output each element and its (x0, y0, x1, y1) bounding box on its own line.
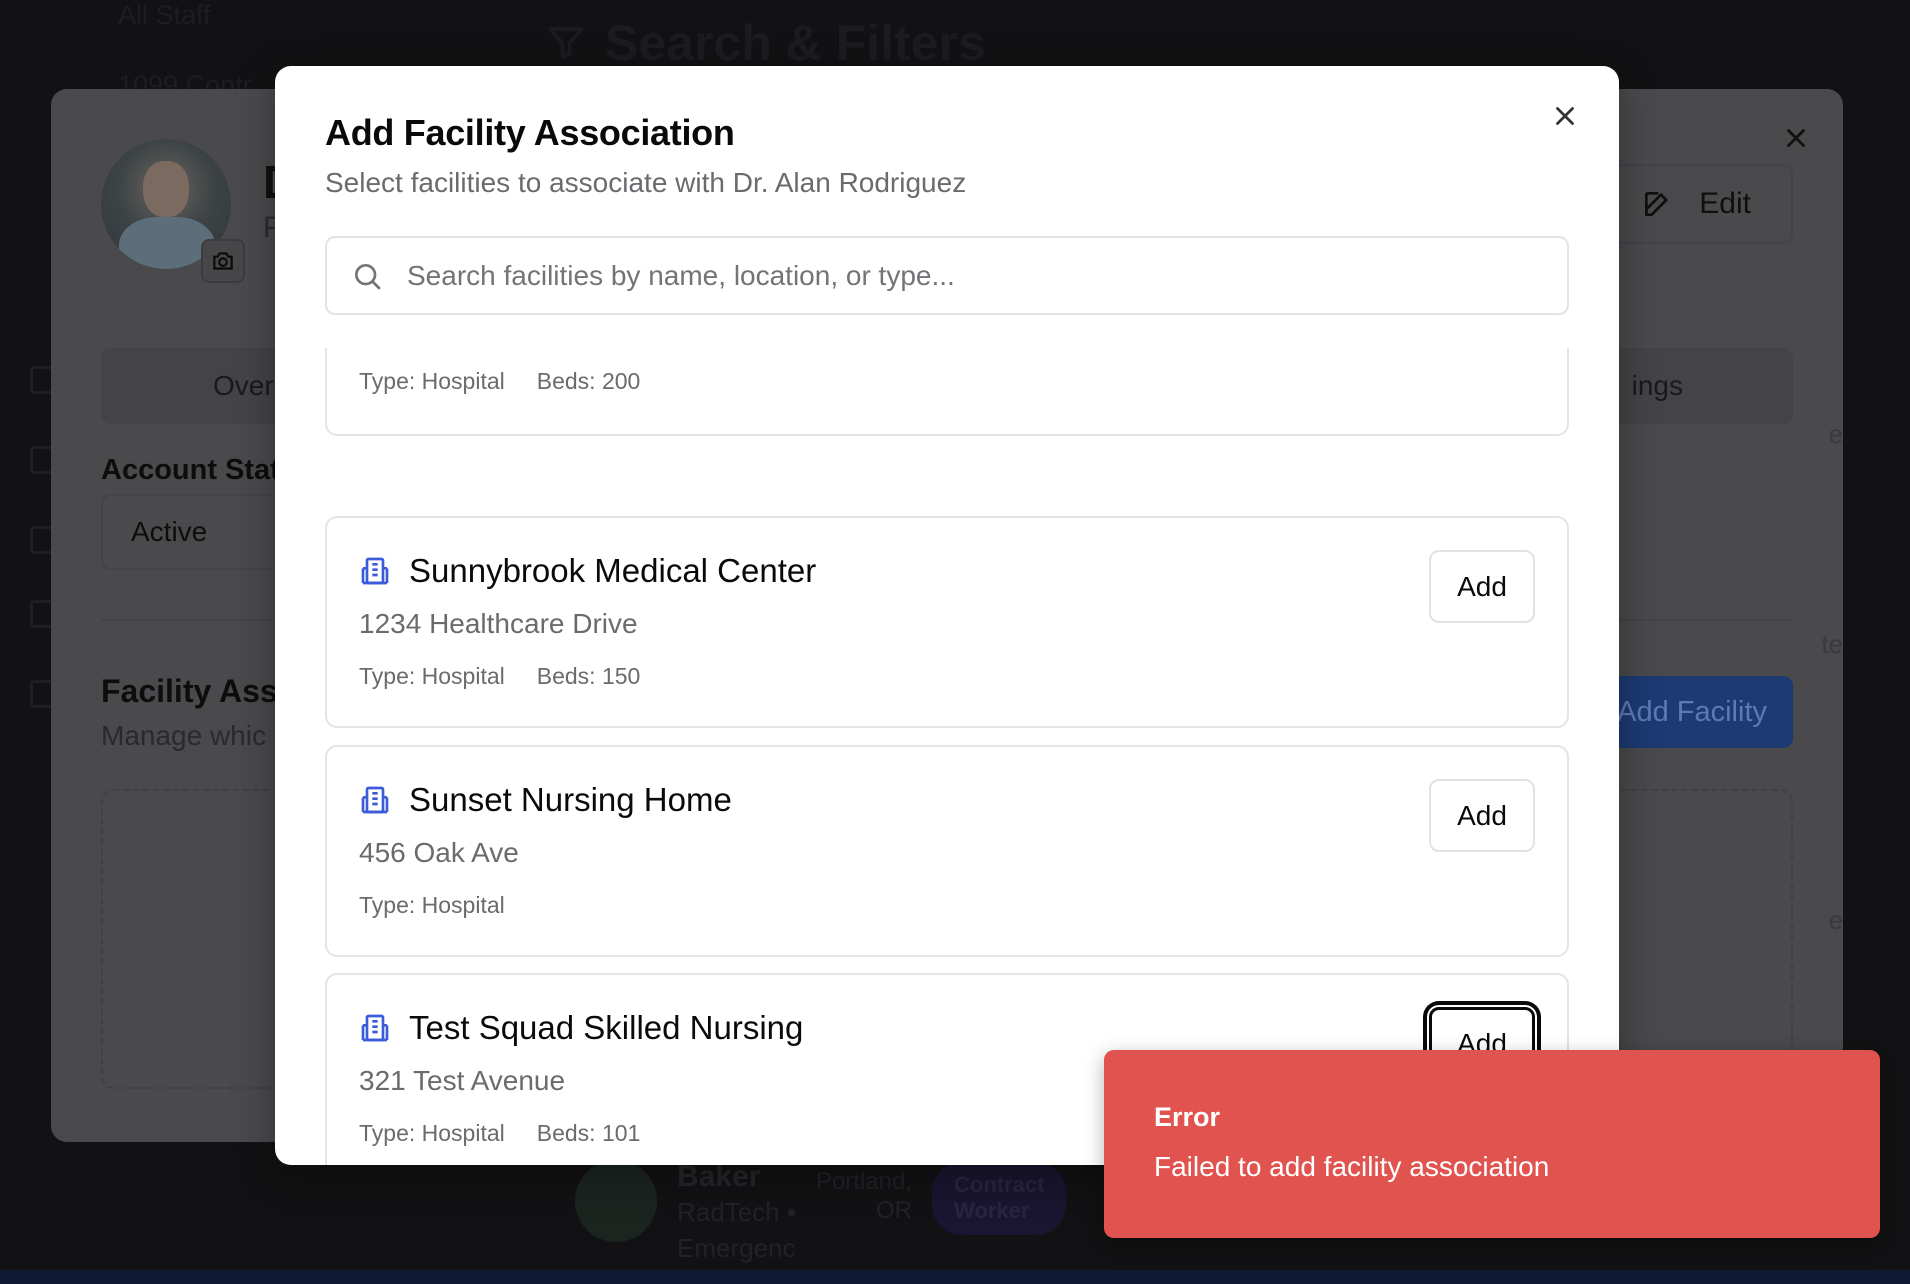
facility-beds: Beds: 150 (536, 663, 641, 689)
change-photo-button[interactable] (201, 239, 245, 283)
facility-card: Sunnybrook Medical Center 1234 Healthcar… (325, 516, 1569, 728)
edge-fragment: e (1828, 905, 1843, 935)
badge-line: Worker (954, 1198, 1030, 1224)
facility-type: Type: Hospital (359, 663, 505, 689)
facility-header: Test Squad Skilled Nursing (359, 1009, 803, 1047)
facility-meta: Type: Hospital Beds: 150 (359, 663, 640, 690)
staff-name: Baker (677, 1160, 761, 1193)
facility-meta: Type: Hospital Beds: 200 (359, 368, 640, 395)
avatar (575, 1160, 657, 1242)
edge-fragment: te (1821, 629, 1843, 659)
modal-description: Select facilities to associate with Dr. … (325, 167, 967, 198)
bottom-bar (0, 1270, 1910, 1284)
facility-card: Type: Hospital Beds: 200 (325, 348, 1569, 436)
camera-icon (213, 252, 233, 270)
close-icon (1787, 129, 1805, 147)
search-filters-heading: Search & Filters (545, 14, 986, 72)
add-facility-modal: Add Facility Association Select faciliti… (275, 66, 1619, 1165)
page-heading: Search & Filters (605, 15, 986, 71)
building-icon (361, 557, 389, 585)
error-toast[interactable]: Error Failed to add facility association (1104, 1050, 1880, 1238)
tab-settings[interactable]: ings (1632, 370, 1683, 402)
tab-overview[interactable]: Over (213, 370, 274, 402)
facility-name: Sunnybrook Medical Center (409, 552, 817, 589)
add-facility-button[interactable]: Add (1429, 779, 1535, 852)
facility-associations-title: Facility Ass (101, 673, 278, 709)
close-modal-button[interactable] (1545, 96, 1585, 136)
facility-meta: Type: Hospital (359, 892, 537, 919)
facility-search (325, 236, 1569, 315)
search-icon (355, 263, 381, 289)
staff-result-row[interactable]: Baker RadTech • Emergenc Portland, OR Co… (575, 1160, 1067, 1267)
close-profile-button[interactable] (1781, 123, 1811, 158)
account-status-label: Account Stat (101, 454, 280, 486)
badge-line: Contract (954, 1172, 1045, 1197)
facility-beds: Beds: 101 (536, 1120, 641, 1146)
staff-city: Portland, (815, 1168, 913, 1195)
building-icon (361, 786, 389, 814)
modal-title: Add Facility Association (325, 112, 735, 153)
edit-button-label: Edit (1699, 187, 1751, 220)
facility-card: Sunset Nursing Home 456 Oak Ave Type: Ho… (325, 745, 1569, 957)
staff-specialty: Emergenc (677, 1233, 796, 1264)
facility-address: 456 Oak Ave (359, 837, 519, 868)
toast-title: Error (1154, 1102, 1221, 1132)
staff-state: OR (876, 1196, 913, 1224)
facility-list[interactable]: Type: Hospital Beds: 200 Sunnybrook Medi… (325, 348, 1569, 1165)
filter-icon (548, 27, 584, 59)
facility-beds: Beds: 200 (536, 368, 641, 394)
toast-message: Failed to add facility association (1154, 1151, 1550, 1182)
close-icon (1556, 107, 1574, 125)
facility-type: Type: Hospital (359, 1120, 505, 1146)
staff-role: RadTech • (677, 1197, 796, 1227)
facility-name: Test Squad Skilled Nursing (409, 1009, 804, 1046)
facility-name: Sunset Nursing Home (409, 781, 732, 818)
facility-type: Type: Hospital (359, 368, 505, 394)
facility-header: Sunset Nursing Home (359, 781, 732, 819)
edit-icon (1645, 192, 1668, 216)
edge-fragment: e (1828, 419, 1843, 449)
facility-meta: Type: Hospital Beds: 101 (359, 1120, 640, 1147)
avatar-head (143, 161, 189, 217)
search-input[interactable] (407, 259, 1507, 292)
nav-item-all-staff[interactable]: All Staff (118, 0, 211, 31)
building-icon (361, 1014, 389, 1042)
facility-address: 1234 Healthcare Drive (359, 608, 638, 639)
facility-header: Sunnybrook Medical Center (359, 552, 816, 590)
add-facility-button[interactable]: Add (1429, 550, 1535, 623)
facility-type: Type: Hospital (359, 892, 505, 918)
account-status-select[interactable]: Active (101, 494, 281, 570)
add-facility-button[interactable]: Add Facility (1613, 676, 1793, 748)
facility-address: 321 Test Avenue (359, 1065, 566, 1096)
status-badge: Contract Worker (932, 1162, 1067, 1235)
facility-associations-subtitle: Manage whic (101, 720, 266, 751)
